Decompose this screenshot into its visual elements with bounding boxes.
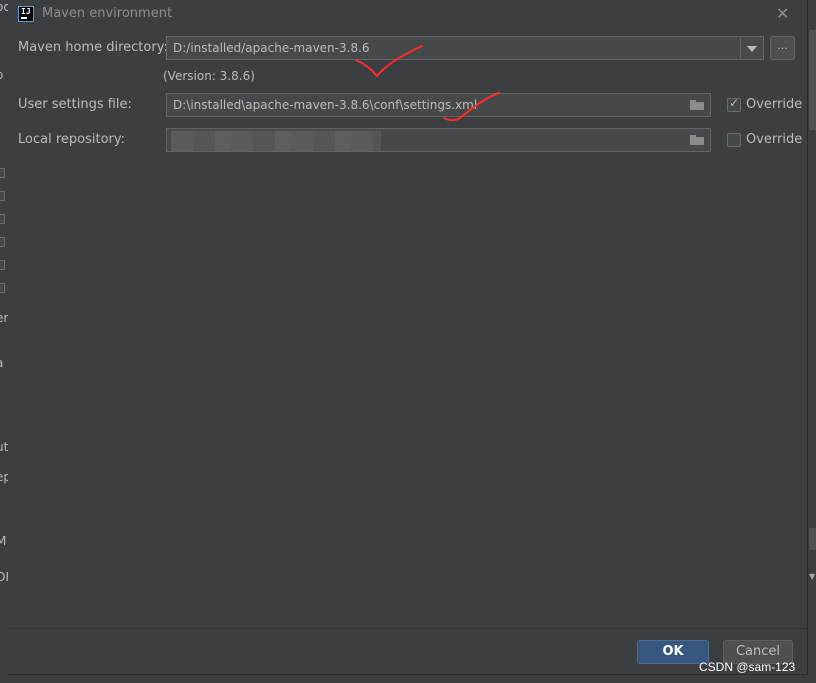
intellij-icon: IJ bbox=[18, 6, 34, 22]
user-settings-label: User settings file: bbox=[18, 97, 132, 112]
user-settings-override-checkbox[interactable]: ✓ bbox=[727, 96, 741, 112]
background-text-fragment: er bbox=[0, 311, 8, 325]
redacted-path-blur bbox=[171, 131, 381, 151]
background-checkbox bbox=[0, 191, 5, 201]
chevron-down-icon bbox=[747, 46, 757, 52]
local-repository-override-label[interactable]: Override bbox=[746, 132, 802, 147]
background-text-fragment: a bbox=[0, 356, 3, 370]
background-ide-panel: oc o er a ut ep M OK bbox=[0, 0, 8, 683]
checkmark-icon: ✓ bbox=[729, 96, 740, 110]
maven-environment-dialog: IJ Maven environment ✕ Maven home direct… bbox=[8, 0, 808, 675]
background-arrow-icon: ▼ bbox=[809, 572, 816, 581]
user-settings-override-label[interactable]: Override bbox=[746, 97, 802, 112]
maven-home-label: Maven home directory: bbox=[18, 40, 168, 55]
background-checkbox bbox=[0, 260, 5, 270]
background-text-fragment: o bbox=[0, 68, 3, 82]
folder-icon[interactable] bbox=[690, 135, 704, 145]
maven-home-value: D:/installed/apache-maven-3.8.6 bbox=[173, 41, 370, 55]
watermark-text: CSDN @sam-123 bbox=[699, 660, 796, 674]
background-scrollbar-area: ▼ bbox=[808, 0, 816, 683]
background-checkbox bbox=[0, 214, 5, 224]
dialog-titlebar[interactable]: IJ Maven environment ✕ bbox=[8, 0, 808, 30]
maven-home-dropdown-button[interactable] bbox=[740, 37, 763, 59]
user-settings-field[interactable]: D:\installed\apache-maven-3.8.6\conf\set… bbox=[166, 93, 711, 117]
maven-home-browse-button[interactable]: ... bbox=[770, 36, 795, 60]
user-settings-value: D:\installed\apache-maven-3.8.6\conf\set… bbox=[173, 98, 478, 112]
local-repository-override-checkbox[interactable] bbox=[727, 133, 741, 147]
maven-version-text: (Version: 3.8.6) bbox=[163, 69, 255, 83]
background-checkbox bbox=[0, 283, 5, 293]
dialog-title: Maven environment bbox=[42, 6, 173, 21]
background-text-fragment: M bbox=[0, 534, 7, 548]
background-scrollbar bbox=[809, 528, 816, 550]
local-repository-label: Local repository: bbox=[18, 132, 125, 147]
close-icon[interactable]: ✕ bbox=[776, 4, 789, 23]
background-checkbox bbox=[0, 237, 5, 247]
background-checkbox bbox=[0, 168, 5, 178]
footer-divider bbox=[8, 628, 808, 629]
background-text-fragment: OK bbox=[0, 570, 8, 584]
folder-icon[interactable] bbox=[690, 100, 704, 110]
background-text-fragment: ep bbox=[0, 470, 8, 484]
background-text-fragment: ut bbox=[0, 440, 8, 454]
background-text-fragment: oc bbox=[0, 0, 8, 14]
background-scrollbar bbox=[809, 30, 816, 130]
maven-home-combobox[interactable]: D:/installed/apache-maven-3.8.6 bbox=[166, 36, 764, 60]
local-repository-field[interactable] bbox=[166, 128, 711, 152]
